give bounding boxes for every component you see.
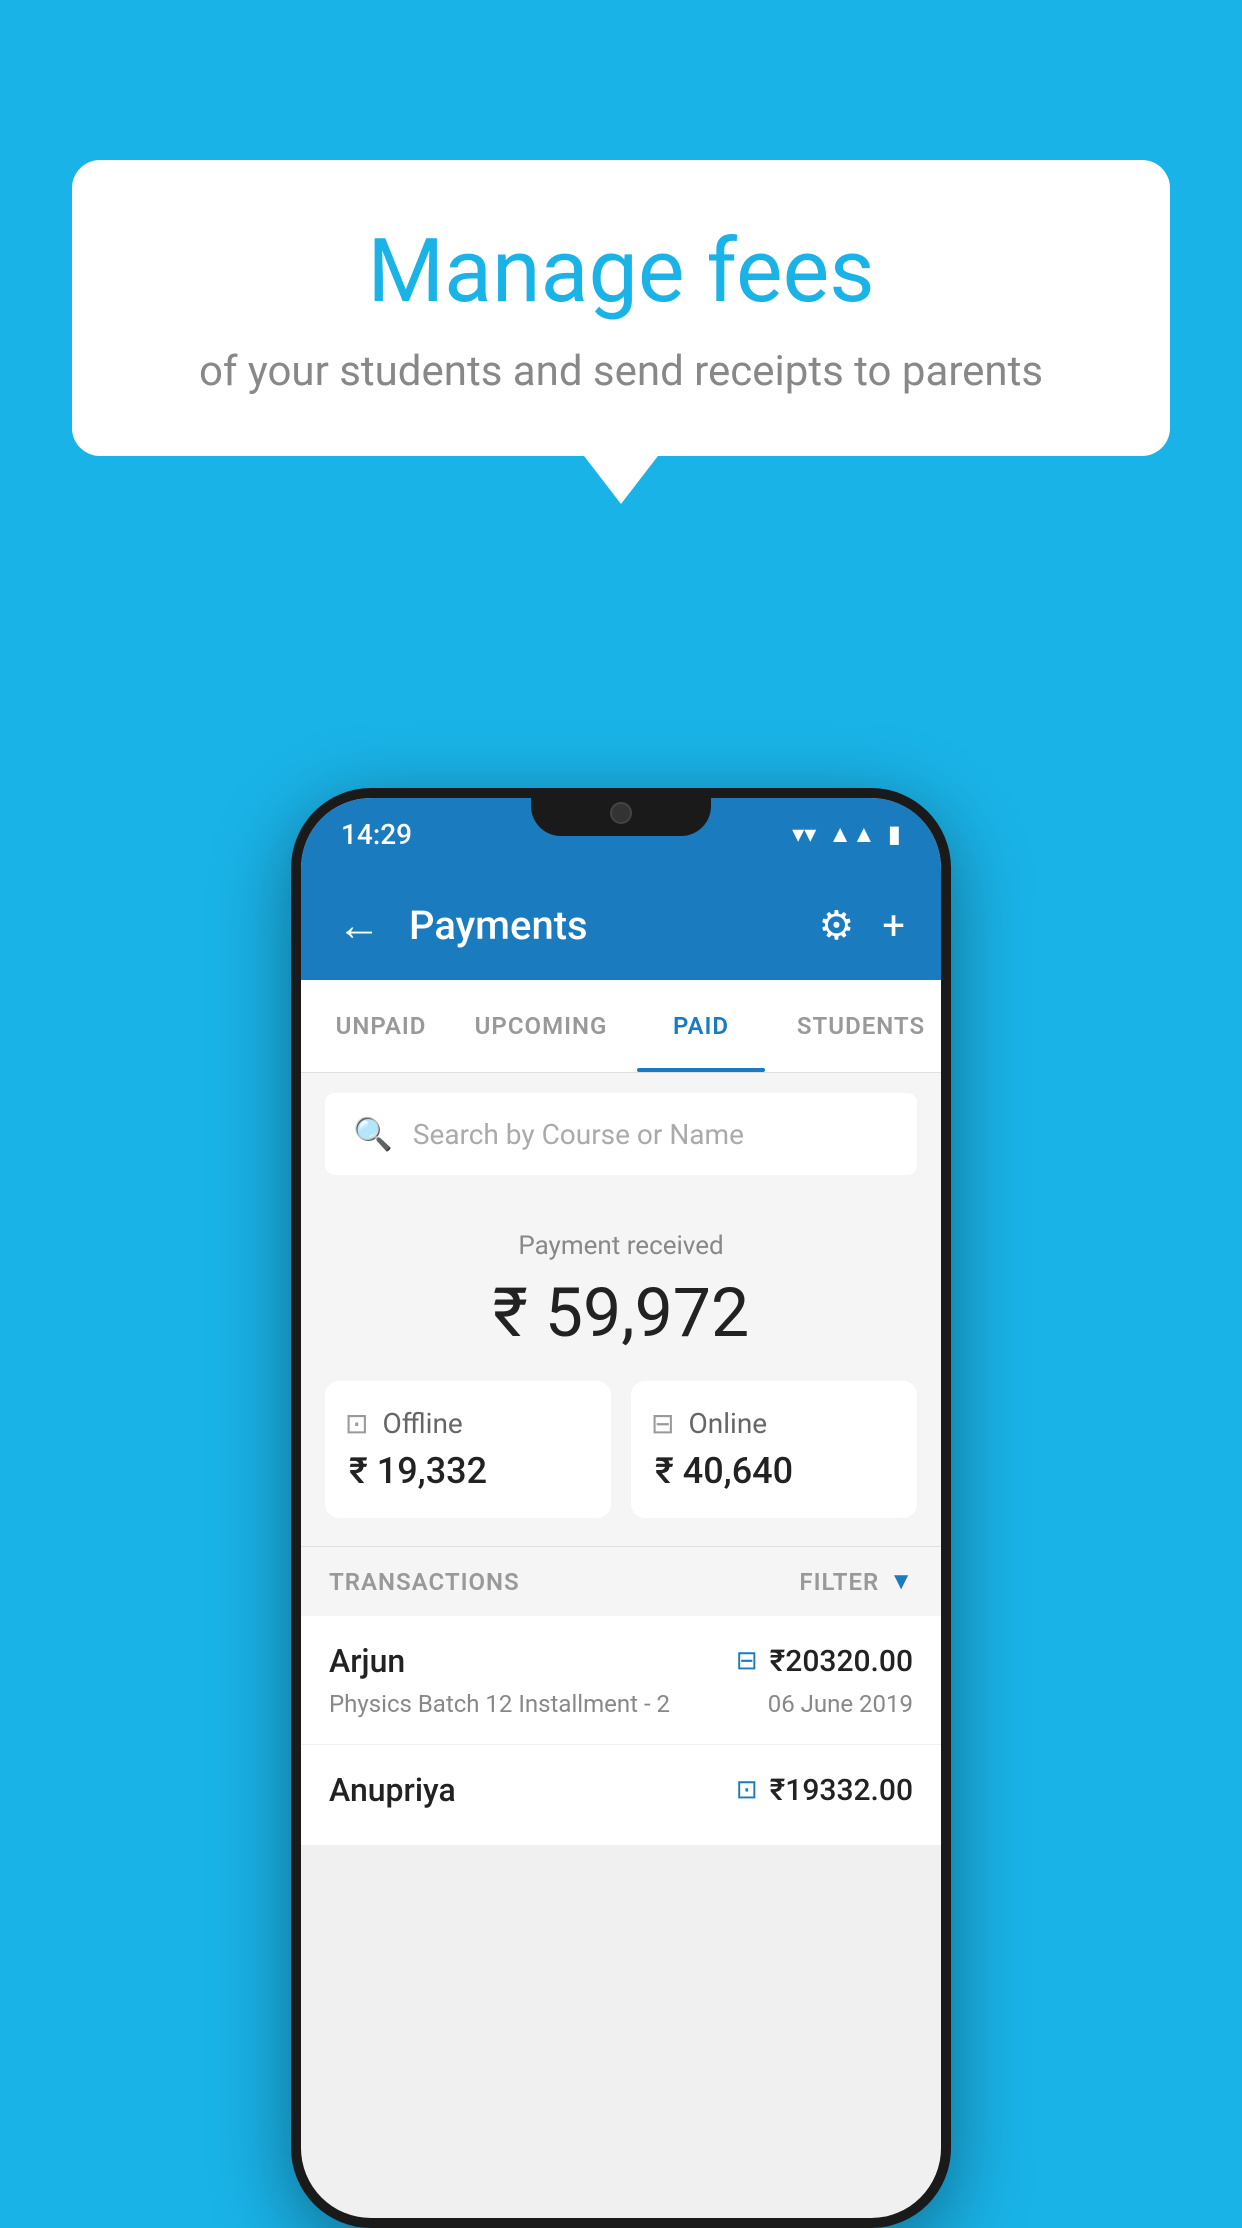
transaction-bottom: Physics Batch 12 Installment - 2 06 June… xyxy=(329,1690,913,1718)
phone-notch xyxy=(531,788,711,836)
bubble-subtitle: of your students and send receipts to pa… xyxy=(152,347,1090,396)
payment-summary: Payment received ₹ 59,972 ⊡ Offline ₹ 19… xyxy=(301,1195,941,1546)
settings-button[interactable]: ⚙ xyxy=(818,902,854,949)
gear-icon: ⚙ xyxy=(818,902,854,949)
search-icon: 🔍 xyxy=(353,1115,393,1153)
speech-bubble: Manage fees of your students and send re… xyxy=(72,160,1170,456)
header-icons: ⚙ + xyxy=(818,902,905,949)
phone-frame: 14:29 ▾▾ ▲▲ ▮ ← Payments ⚙ + xyxy=(291,788,951,2228)
status-time: 14:29 xyxy=(341,818,412,851)
offline-card-header: ⊡ Offline xyxy=(345,1407,463,1440)
transaction-amount-row: ⊟ ₹20320.00 xyxy=(736,1644,913,1679)
app-header: ← Payments ⚙ + xyxy=(301,870,941,980)
transactions-label: TRANSACTIONS xyxy=(329,1568,520,1596)
online-amount: ₹ 40,640 xyxy=(651,1450,793,1492)
payment-received-label: Payment received xyxy=(325,1231,917,1261)
transactions-header: TRANSACTIONS FILTER ▼ xyxy=(301,1546,941,1616)
back-button[interactable]: ← xyxy=(337,899,381,951)
transaction-name: Anupriya xyxy=(329,1771,456,1809)
transaction-amount: ₹20320.00 xyxy=(770,1644,913,1679)
filter-button[interactable]: FILTER ▼ xyxy=(799,1567,913,1596)
status-icons: ▾▾ ▲▲ ▮ xyxy=(792,820,901,849)
transaction-top: Arjun ⊟ ₹20320.00 xyxy=(329,1642,913,1680)
online-card-header: ⊟ Online xyxy=(651,1407,767,1440)
online-label: Online xyxy=(688,1407,767,1440)
tabs-container: UNPAID UPCOMING PAID STUDENTS xyxy=(301,980,941,1073)
phone-screen: 14:29 ▾▾ ▲▲ ▮ ← Payments ⚙ + xyxy=(301,798,941,2218)
transaction-row[interactable]: Anupriya ⊡ ₹19332.00 xyxy=(301,1745,941,1846)
search-input[interactable]: Search by Course or Name xyxy=(413,1118,744,1151)
front-camera xyxy=(610,802,632,824)
speech-bubble-container: Manage fees of your students and send re… xyxy=(72,160,1170,456)
transaction-detail: Physics Batch 12 Installment - 2 xyxy=(329,1690,670,1718)
page-title: Payments xyxy=(409,902,790,949)
payment-cards: ⊡ Offline ₹ 19,332 ⊟ Online ₹ 40,640 xyxy=(325,1381,917,1518)
online-payment-icon: ⊟ xyxy=(736,1646,758,1676)
search-container: 🔍 Search by Course or Name xyxy=(301,1073,941,1195)
filter-label: FILTER xyxy=(799,1568,879,1596)
bubble-title: Manage fees xyxy=(152,220,1090,323)
transaction-date: 06 June 2019 xyxy=(768,1690,913,1718)
online-card: ⊟ Online ₹ 40,640 xyxy=(631,1381,917,1518)
online-icon: ⊟ xyxy=(651,1407,674,1440)
tab-students[interactable]: STUDENTS xyxy=(781,980,941,1072)
offline-icon: ⊡ xyxy=(345,1407,368,1440)
offline-payment-icon: ⊡ xyxy=(736,1775,758,1805)
offline-label: Offline xyxy=(382,1407,462,1440)
filter-icon: ▼ xyxy=(889,1567,913,1596)
back-arrow-icon: ← xyxy=(337,899,381,951)
wifi-icon: ▾▾ xyxy=(792,820,816,848)
search-bar[interactable]: 🔍 Search by Course or Name xyxy=(325,1093,917,1175)
transaction-name: Arjun xyxy=(329,1642,405,1680)
offline-card: ⊡ Offline ₹ 19,332 xyxy=(325,1381,611,1518)
transaction-amount-row: ⊡ ₹19332.00 xyxy=(736,1773,913,1808)
payment-total-amount: ₹ 59,972 xyxy=(325,1273,917,1353)
tab-unpaid[interactable]: UNPAID xyxy=(301,980,461,1072)
add-button[interactable]: + xyxy=(882,902,905,949)
transaction-top: Anupriya ⊡ ₹19332.00 xyxy=(329,1771,913,1809)
transaction-row[interactable]: Arjun ⊟ ₹20320.00 Physics Batch 12 Insta… xyxy=(301,1616,941,1745)
tab-upcoming[interactable]: UPCOMING xyxy=(461,980,621,1072)
plus-icon: + xyxy=(882,902,905,949)
offline-amount: ₹ 19,332 xyxy=(345,1450,487,1492)
transaction-amount: ₹19332.00 xyxy=(770,1773,913,1808)
tab-paid[interactable]: PAID xyxy=(621,980,781,1072)
signal-icon: ▲▲ xyxy=(828,820,876,849)
battery-icon: ▮ xyxy=(888,820,901,848)
